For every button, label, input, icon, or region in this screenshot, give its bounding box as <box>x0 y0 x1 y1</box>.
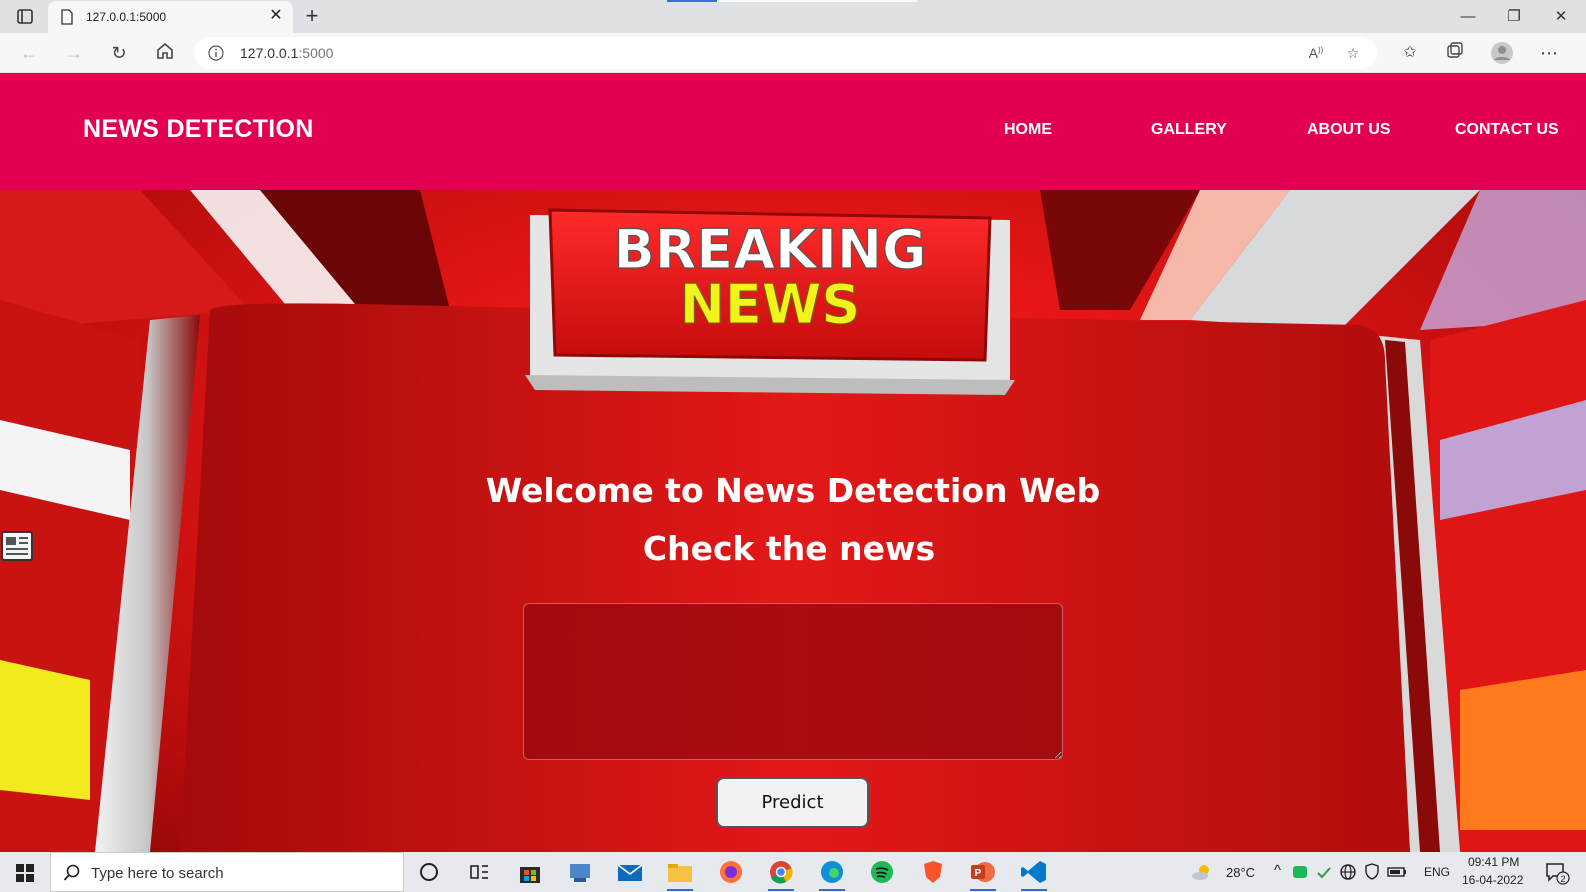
minimize-icon[interactable]: — <box>1457 6 1479 28</box>
news-text-input[interactable] <box>523 603 1063 760</box>
url-text: 127.0.0.1:5000 <box>240 45 334 61</box>
network-app-icon[interactable] <box>565 858 595 886</box>
tab-title: 127.0.0.1:5000 <box>86 10 167 24</box>
firefox-icon[interactable] <box>716 858 746 886</box>
collections-icon[interactable] <box>1443 41 1467 65</box>
browser-toolbar: ← → ↻ 127.0.0.1:5000 A)) ☆ ✩ ⋯ <box>0 33 1586 73</box>
add-favorite-icon[interactable]: ☆ <box>1341 45 1365 63</box>
sign-breaking-text: BREAKING <box>614 218 927 281</box>
security-icon[interactable] <box>1362 858 1382 886</box>
predict-button[interactable]: Predict <box>716 777 869 828</box>
language-indicator[interactable]: ENG <box>1424 865 1450 879</box>
tray-sync-icon[interactable] <box>1314 858 1334 886</box>
brave-icon[interactable] <box>918 858 948 886</box>
weather-temp[interactable]: 28°C <box>1226 865 1255 880</box>
more-icon[interactable]: ⋯ <box>1537 41 1561 65</box>
read-aloud-icon[interactable]: A)) <box>1304 45 1328 63</box>
check-heading: Check the news <box>0 529 1586 568</box>
nav-about-us[interactable]: ABOUT US <box>1307 121 1391 139</box>
file-explorer-icon[interactable] <box>665 858 695 891</box>
battery-icon[interactable] <box>1386 858 1408 886</box>
chevron-up-icon[interactable]: ^ <box>1274 862 1281 879</box>
hero-background: BREAKING NEWS Welcome to News Detection … <box>0 190 1586 852</box>
search-placeholder: Type here to search <box>91 865 224 882</box>
address-bar[interactable]: 127.0.0.1:5000 A)) ☆ <box>194 37 1377 69</box>
site-brand[interactable]: NEWS DETECTION <box>83 115 314 144</box>
nav-gallery[interactable]: GALLERY <box>1151 121 1227 139</box>
refresh-icon[interactable]: ↻ <box>107 41 131 65</box>
notification-icon[interactable]: 2 <box>1542 858 1572 886</box>
web-page: NEWS DETECTION HOME GALLERY ABOUT US CON… <box>0 73 1586 852</box>
wifi-icon[interactable] <box>1338 858 1358 886</box>
forward-icon[interactable]: → <box>62 41 86 65</box>
page-icon <box>60 9 74 30</box>
tab-accent <box>667 0 717 2</box>
svg-text:P: P <box>975 868 982 879</box>
browser-tab[interactable]: 127.0.0.1:5000 ✕ <box>48 1 293 33</box>
vscode-icon[interactable] <box>1019 858 1049 891</box>
taskbar-search[interactable]: Type here to search <box>50 852 404 892</box>
info-icon[interactable] <box>208 45 224 66</box>
favorites-icon[interactable]: ✩ <box>1398 41 1422 65</box>
tab-actions-icon[interactable] <box>10 6 40 28</box>
tray-app-icon[interactable] <box>1290 858 1310 886</box>
edge-icon[interactable] <box>817 858 847 891</box>
chrome-icon[interactable] <box>766 858 796 891</box>
weather-icon[interactable] <box>1190 858 1214 886</box>
window-close-icon[interactable]: ✕ <box>1550 6 1572 28</box>
tab-strip: 127.0.0.1:5000 ✕ + — ❐ ✕ <box>0 0 1586 33</box>
windows-taskbar: Type here to search P 28°C ^ ENG 09:41 P… <box>0 852 1586 892</box>
clock-time[interactable]: 09:41 PM <box>1468 855 1519 869</box>
windows-start-icon[interactable] <box>16 864 34 887</box>
mail-icon[interactable] <box>615 858 645 886</box>
powerpoint-icon[interactable]: P <box>968 858 998 891</box>
sign-news-text: NEWS <box>680 273 861 336</box>
welcome-heading: Welcome to News Detection Web <box>485 471 1101 510</box>
home-icon[interactable] <box>153 41 177 65</box>
restore-icon[interactable]: ❐ <box>1503 6 1525 28</box>
store-icon[interactable] <box>515 858 545 886</box>
spotify-icon[interactable] <box>867 858 897 886</box>
notification-count: 2 <box>1560 874 1565 884</box>
task-view-icon[interactable] <box>464 858 494 886</box>
back-icon[interactable]: ← <box>17 41 41 65</box>
nav-home[interactable]: HOME <box>1004 121 1052 139</box>
cortana-icon[interactable] <box>414 858 444 886</box>
close-icon[interactable]: ✕ <box>266 6 286 26</box>
plus-icon[interactable]: + <box>300 4 324 28</box>
clock-date[interactable]: 16-04-2022 <box>1462 873 1523 887</box>
check-heading-text: Check the news <box>642 529 936 568</box>
nav-contact-us[interactable]: CONTACT US <box>1455 121 1559 139</box>
search-icon <box>63 864 81 887</box>
site-navbar: NEWS DETECTION HOME GALLERY ABOUT US CON… <box>0 73 1586 190</box>
profile-icon[interactable] <box>1490 41 1514 65</box>
tab-accent-light <box>717 0 917 2</box>
